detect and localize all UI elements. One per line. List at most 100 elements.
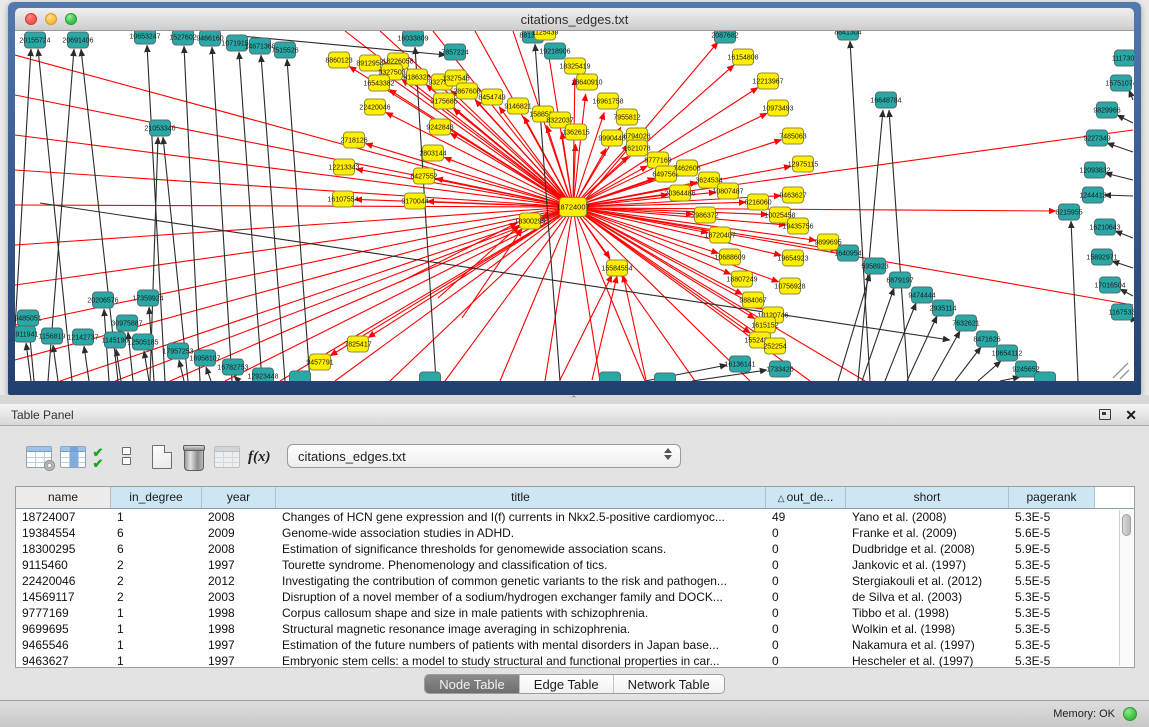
network-edge[interactable] [15,135,573,207]
network-node[interactable]: 18640910 [571,74,602,90]
network-node[interactable]: 9227349 [1083,130,1110,146]
network-edge[interactable] [889,110,908,381]
network-node[interactable]: 8215955 [1055,204,1082,220]
network-node[interactable]: 12975115 [788,156,819,172]
network-node[interactable]: 16136141 [724,356,755,372]
table-cell[interactable]: 2 [111,573,202,589]
table-cell[interactable]: 0 [766,525,846,541]
table-cell[interactable]: 2008 [202,509,276,525]
table-cell[interactable]: 19384554 [16,525,111,541]
network-node[interactable]: 10654112 [992,345,1023,361]
network-edge[interactable] [179,360,184,381]
network-edge[interactable] [15,207,573,360]
network-node[interactable]: 8471626 [973,331,1000,347]
table-cell[interactable]: 18300295 [16,541,111,557]
network-node[interactable]: 1733426 [766,361,793,377]
table-cell[interactable]: Hescheler et al. (1997) [846,653,1009,668]
network-window-titlebar[interactable]: citations_edges.txt [15,8,1134,31]
close-panel-icon[interactable]: ✕ [1125,406,1137,424]
network-node[interactable]: 12093832 [1079,162,1110,178]
network-node[interactable]: 30975887 [111,315,142,331]
table-cell[interactable]: 5.3E-5 [1009,605,1095,621]
network-edge[interactable] [1115,231,1133,238]
network-node[interactable]: 10973493 [762,100,793,116]
network-node[interactable]: 16107554 [327,191,358,207]
network-node[interactable]: 12213967 [752,73,783,89]
network-edge[interactable] [15,170,573,207]
table-cell[interactable]: 2 [111,557,202,573]
table-mode-icon[interactable] [26,446,52,468]
table-cell[interactable]: 22420046 [16,573,111,589]
network-node[interactable]: 5958923 [861,258,888,274]
network-edge[interactable] [1112,261,1133,268]
network-node[interactable]: 9829966 [1093,102,1120,118]
network-node[interactable]: 7515526 [271,42,298,58]
network-edge[interactable] [390,207,573,381]
network-node[interactable]: 15892971 [1086,249,1117,265]
network-node[interactable]: 10653247 [129,31,160,44]
network-node[interactable]: 7986372 [691,207,718,223]
network-node[interactable]: 8454749 [478,89,505,105]
network-node[interactable]: 8860123 [325,52,352,68]
table-cell[interactable]: 9699695 [16,621,111,637]
network-edge[interactable] [573,207,600,381]
network-node[interactable]: 16648784 [870,92,901,108]
table-cell[interactable]: 9777169 [16,605,111,621]
network-node[interactable]: 16154808 [727,49,758,65]
table-cell[interactable]: Nakamura et al. (1997) [846,637,1009,653]
table-select-dropdown[interactable]: citations_edges.txt [287,444,681,468]
table-cell[interactable]: 5.5E-5 [1009,573,1095,589]
network-edge[interactable] [1120,289,1133,296]
network-node[interactable]: 1167533 [1109,304,1134,320]
delete-table-icon[interactable] [184,448,204,471]
network-node[interactable]: 18325419 [559,58,590,74]
network-node[interactable]: 8427552 [410,168,437,184]
network-node[interactable]: 7955812 [613,109,640,125]
table-cell[interactable]: 6 [111,541,202,557]
table-cell[interactable]: Changes of HCN gene expression and I(f) … [276,509,766,525]
network-edge[interactable] [1000,377,1020,381]
column-header-in_degree[interactable]: in_degree [111,487,202,508]
column-header-pagerank[interactable]: pagerank [1009,487,1095,508]
table-row[interactable]: 1872400712008Changes of HCN gene express… [16,509,1134,525]
table-cell[interactable]: 1 [111,621,202,637]
table-cell[interactable]: 5.6E-5 [1009,525,1095,541]
network-node[interactable]: 1117304 [1112,50,1134,66]
network-hub-node[interactable]: 18724007 [556,198,589,217]
network-edge[interactable] [1107,143,1133,152]
network-node[interactable]: 18807249 [726,271,757,287]
table-cell[interactable]: Estimation of significance thresholds fo… [276,541,766,557]
table-cell[interactable]: 1 [111,605,202,621]
table-row[interactable]: 1830029562008Estimation of significance … [16,541,1134,557]
table-cell[interactable]: 5.3E-5 [1009,653,1095,668]
column-header-year[interactable]: year [202,487,276,508]
network-edge[interactable] [26,343,31,381]
network-edge[interactable] [932,331,960,381]
network-node[interactable]: 20364486 [664,185,695,201]
network-node[interactable]: 2718126 [340,132,367,148]
network-edge[interactable] [365,144,573,207]
table-cell[interactable]: Embryonic stem cells: a model to study s… [276,653,766,668]
network-node[interactable]: 3175685 [430,93,457,109]
table-cell[interactable]: 1 [111,653,202,668]
tab-edge-table[interactable]: Edge Table [520,675,614,693]
table-cell[interactable]: de Silva et al. (2003) [846,589,1009,605]
table-cell[interactable]: Corpus callosum shape and size in male p… [276,605,766,621]
table-cell[interactable]: 0 [766,589,846,605]
network-edge[interactable] [885,303,916,381]
network-node[interactable]: 16210643 [1089,219,1120,235]
network-edge[interactable] [955,347,981,381]
network-node[interactable]: 18720407 [704,227,735,243]
table-cell[interactable]: 6 [111,525,202,541]
network-node[interactable]: 7825417 [344,336,371,352]
table-cell[interactable]: 0 [766,557,846,573]
network-node[interactable]: 7485063 [779,128,806,144]
table-cell[interactable]: 14569117 [16,589,111,605]
table-cell[interactable]: 1 [111,637,202,653]
network-node[interactable]: 3911941 [15,326,38,342]
network-node[interactable]: 9990448 [598,130,625,146]
table-cell[interactable]: Tibbo et al. (1998) [846,605,1009,621]
table-cell[interactable]: Wolkin et al. (1998) [846,621,1009,637]
network-edge[interactable] [239,52,262,381]
table-cell[interactable]: 2012 [202,573,276,589]
